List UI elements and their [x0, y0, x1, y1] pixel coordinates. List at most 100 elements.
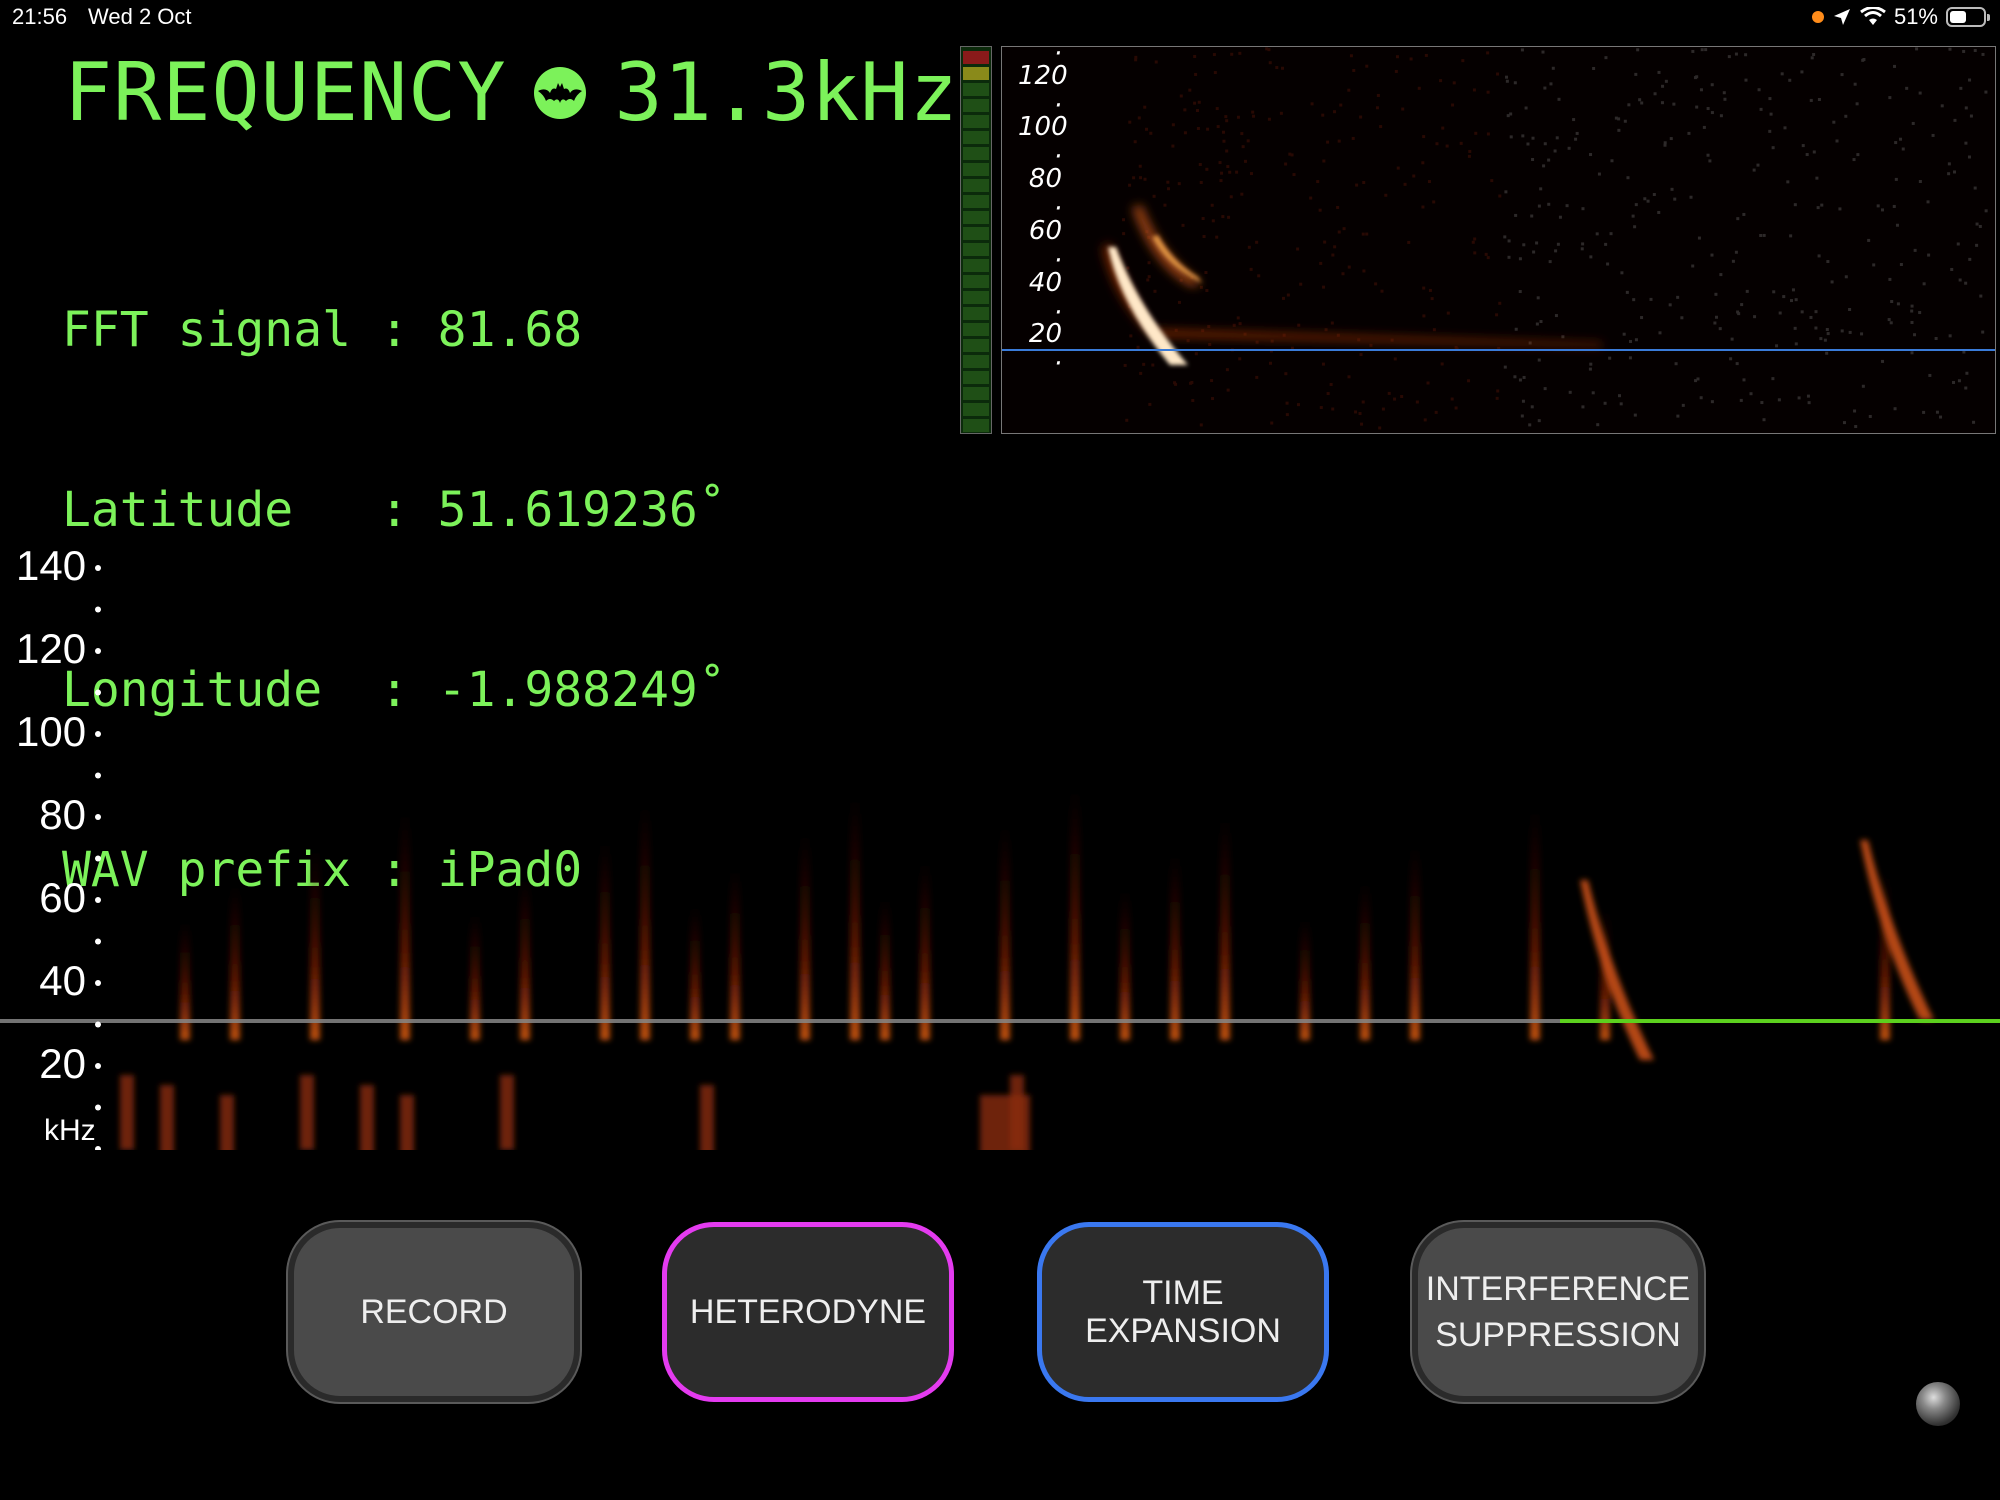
axis-dot	[95, 1063, 101, 1069]
frequency-label: FREQUENCY	[64, 46, 507, 139]
level-meter-segment	[963, 275, 989, 288]
level-meter-segment	[963, 323, 989, 336]
status-date: Wed 2 Oct	[88, 4, 192, 29]
interference-label-line2: SUPPRESSION	[1435, 1316, 1681, 1354]
axis-dot	[95, 731, 101, 737]
level-meter-segment	[963, 259, 989, 272]
spectrogram-burst	[1120, 888, 1130, 1040]
wifi-icon	[1860, 7, 1886, 25]
level-meter-segment	[963, 339, 989, 352]
spectrogram-burst	[1530, 806, 1540, 1040]
axis-dot	[95, 980, 101, 986]
axis-dot	[95, 1146, 101, 1152]
spectrogram-burst	[1220, 814, 1230, 1040]
status-time: 21:56	[12, 4, 68, 29]
spectrogram-call	[1580, 880, 1654, 1060]
main-axis-tick: 60	[39, 874, 86, 921]
level-meter-segment	[963, 83, 989, 96]
axis-dot	[95, 938, 101, 945]
time-expansion-button[interactable]: TIME EXPANSION	[1037, 1222, 1329, 1402]
level-meter-segment	[963, 115, 989, 128]
spectrogram-call	[1860, 840, 1934, 1020]
main-axis-tick: 120	[16, 625, 87, 672]
main-axis-tick: 80	[39, 791, 86, 838]
interference-label-line1: INTERFERENCE	[1425, 1270, 1691, 1308]
main-axis-tick: 20	[39, 1040, 86, 1087]
axis-dot	[95, 648, 101, 654]
spectrogram-burst	[800, 830, 810, 1040]
record-button-label: RECORD	[360, 1293, 508, 1331]
spectrogram-low-band	[220, 1095, 234, 1170]
frequency-readout: FREQUENCY 31.3kHz	[64, 46, 959, 139]
spectrogram-burst	[230, 883, 240, 1040]
main-axis-tick: 40	[39, 957, 86, 1004]
spectrogram-burst	[310, 846, 320, 1040]
time-expansion-button-label: TIME EXPANSION	[1085, 1274, 1281, 1350]
spectrogram-burst	[640, 801, 650, 1040]
level-meter	[960, 46, 992, 434]
heterodyne-button-label: HETERODYNE	[689, 1293, 927, 1331]
interference-button-label: INTERFERENCE SUPPRESSION	[1426, 1266, 1690, 1358]
level-meter-segment	[963, 291, 989, 304]
spectrogram-burst	[400, 809, 410, 1040]
assistive-touch-icon[interactable]	[1916, 1382, 1960, 1426]
mini-spectrogram-plot	[1002, 47, 1995, 433]
axis-dot	[95, 814, 101, 820]
interference-suppression-button[interactable]: INTERFERENCE SUPPRESSION	[1412, 1222, 1704, 1402]
heterodyne-button[interactable]: HETERODYNE	[662, 1222, 954, 1402]
level-meter-segment	[963, 163, 989, 176]
axis-dot	[95, 1021, 101, 1028]
spectrogram-low-band	[400, 1095, 414, 1170]
info-fft-signal: FFT signal : 81.68	[62, 302, 583, 358]
level-meter-segment	[963, 147, 989, 160]
spectrogram-burst	[730, 867, 740, 1040]
spectrogram-burst	[1000, 822, 1010, 1040]
axis-dot	[95, 689, 101, 696]
spectrogram-low-band	[360, 1085, 374, 1160]
spectrogram-burst	[880, 896, 890, 1040]
time-expansion-label-line1: TIME	[1142, 1274, 1224, 1312]
level-meter-segment	[963, 371, 989, 384]
level-meter-segment	[963, 419, 989, 432]
battery-percent: 51%	[1893, 4, 1938, 29]
spectrogram-low-band	[120, 1075, 134, 1150]
spectrogram-burst	[1170, 851, 1180, 1040]
level-meter-segment	[963, 211, 989, 224]
spectrogram-burst	[1360, 880, 1370, 1040]
level-meter-segment	[963, 99, 989, 112]
level-meter-segment	[963, 195, 989, 208]
mic-indicator-icon	[1811, 11, 1824, 23]
main-spectrogram-plot	[0, 565, 2000, 1170]
spectrogram-low-band	[1010, 1075, 1024, 1150]
axis-dot	[95, 1104, 101, 1111]
spectrogram-low-band	[500, 1075, 514, 1150]
level-meter-segment	[963, 179, 989, 192]
level-meter-segment	[963, 403, 989, 416]
time-expansion-label-line2: EXPANSION	[1085, 1312, 1281, 1350]
axis-dot	[95, 772, 101, 779]
record-button[interactable]: RECORD	[288, 1222, 580, 1402]
spectrogram-burst	[520, 875, 530, 1040]
spectrogram-burst	[1410, 843, 1420, 1040]
spectrogram-burst	[1070, 785, 1080, 1040]
axis-dot	[95, 897, 101, 903]
spectrogram-burst	[600, 838, 610, 1040]
spectrogram-low-band	[300, 1075, 314, 1150]
level-meter-segment	[963, 227, 989, 240]
level-meter-segment	[963, 243, 989, 256]
axis-dot	[95, 606, 101, 613]
axis-dot	[95, 855, 101, 862]
mini-axis-tick: 20 ·	[1028, 319, 1062, 380]
main-axis-tick: 100	[16, 708, 87, 755]
location-arrow-icon	[1833, 9, 1850, 25]
frequency-unit-label: kHz	[44, 1114, 96, 1147]
frequency-value: 31.3kHz	[614, 46, 959, 139]
status-bar: 21:56 Wed 2 Oct 51%	[0, 0, 2000, 36]
status-right: 51%	[1811, 4, 1990, 30]
level-meter-segment	[963, 67, 989, 80]
level-meter-segment	[963, 51, 989, 64]
level-meter-segment	[963, 307, 989, 320]
level-meter-segment	[963, 355, 989, 368]
battery-icon	[1946, 7, 1990, 27]
spectrogram-low-band	[160, 1085, 174, 1160]
